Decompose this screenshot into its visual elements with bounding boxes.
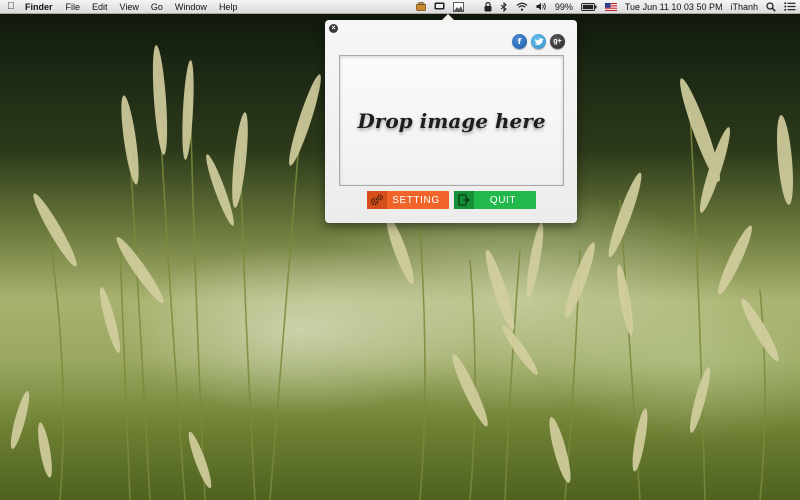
volume-icon[interactable] (532, 2, 551, 11)
setting-button[interactable]: SETTING (367, 191, 449, 209)
bluetooth-icon[interactable] (496, 1, 512, 12)
gears-icon (367, 191, 387, 209)
display-icon[interactable] (430, 2, 449, 11)
battery-icon[interactable] (577, 2, 601, 11)
menu-help[interactable]: Help (213, 0, 244, 14)
wifi-icon[interactable] (512, 2, 532, 11)
drop-image-popover: × f g+ Drop image here SETTING QUIT (325, 20, 577, 223)
setting-label: SETTING (392, 194, 440, 206)
image-drop-zone[interactable]: Drop image here (339, 55, 564, 186)
battery-percent[interactable]: 99% (551, 0, 577, 14)
quit-button[interactable]: QUIT (454, 191, 536, 209)
menu-bar:  Finder File Edit View Go Window Help 9… (0, 0, 800, 14)
lock-icon[interactable] (480, 1, 496, 12)
quit-label: QUIT (489, 194, 517, 206)
user-name[interactable]: iThanh (726, 0, 762, 14)
apple-icon[interactable]:  (0, 1, 22, 12)
menu-view[interactable]: View (114, 0, 145, 14)
clock-datetime[interactable]: Tue Jun 11 10 03 50 PM (621, 0, 727, 14)
notification-list-icon[interactable] (780, 2, 800, 11)
menu-edit[interactable]: Edit (86, 0, 114, 14)
briefcase-icon[interactable] (412, 2, 430, 11)
menu-go[interactable]: Go (145, 0, 169, 14)
search-icon[interactable] (762, 1, 780, 12)
facebook-icon[interactable]: f (512, 34, 527, 49)
status-area: 99% Tue Jun 11 10 03 50 PM iThanh (412, 0, 800, 14)
drop-image-label: Drop image here (357, 108, 546, 133)
social-share-buttons: f g+ (512, 34, 565, 49)
menu-window[interactable]: Window (169, 0, 213, 14)
popover-arrow (440, 14, 456, 22)
close-icon[interactable]: × (329, 24, 338, 33)
exit-icon (454, 191, 474, 209)
menu-finder[interactable]: Finder (22, 0, 60, 14)
menu-file[interactable]: File (60, 0, 87, 14)
image-app-icon[interactable] (449, 1, 468, 12)
us-flag-icon[interactable] (601, 2, 621, 11)
google-plus-icon[interactable]: g+ (550, 34, 565, 49)
twitter-icon[interactable] (531, 34, 546, 49)
